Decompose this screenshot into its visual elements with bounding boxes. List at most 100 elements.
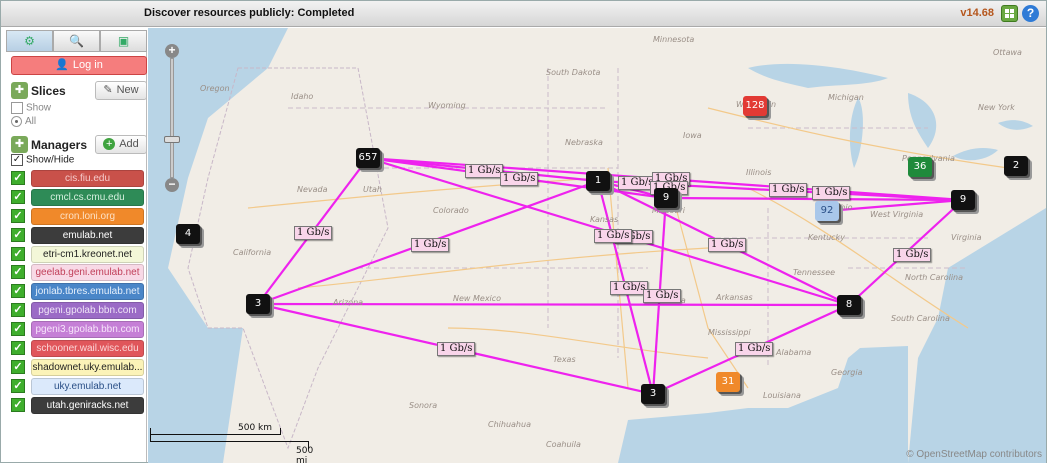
manager-checkbox[interactable]: ✓ xyxy=(11,303,25,318)
place-label: Wyoming xyxy=(428,101,466,110)
login-label: Log in xyxy=(72,59,103,71)
link-bandwidth-label[interactable]: 1 Gb/s xyxy=(465,164,504,178)
site-node-marker[interactable]: 4 xyxy=(176,224,200,244)
manager-checkbox[interactable]: ✓ xyxy=(11,341,25,356)
site-node-marker[interactable]: 31 xyxy=(716,372,740,392)
manager-name-button[interactable]: geelab.geni.emulab.net xyxy=(31,264,144,282)
manager-name-button[interactable]: shadownet.uky.emulab... xyxy=(31,358,144,376)
place-label: Texas xyxy=(553,355,576,364)
all-slices-option[interactable]: All xyxy=(11,116,36,127)
site-node-marker[interactable]: 9 xyxy=(654,188,678,208)
new-slice-button[interactable]: ✎ New xyxy=(95,81,147,100)
search-icon: 🔍 xyxy=(69,34,84,48)
manager-list: ✓ cis.fiu.edu ✓ cmcl.cs.cmu.edu ✓ cron.loni.o… xyxy=(11,169,147,415)
link-bandwidth-label[interactable]: 1 Gb/s xyxy=(643,289,682,303)
link-bandwidth-label[interactable]: 1 Gb/s xyxy=(500,172,539,186)
place-label: South Carolina xyxy=(891,314,950,323)
manager-name-button[interactable]: uky.emulab.net xyxy=(31,377,144,395)
manager-checkbox[interactable]: ✓ xyxy=(11,265,25,280)
manager-row: ✓ jonlab.tbres.emulab.net xyxy=(11,282,147,301)
login-button[interactable]: 👤 Log in xyxy=(11,56,147,75)
site-node-marker[interactable]: 2 xyxy=(1004,156,1028,176)
show-checkbox[interactable] xyxy=(11,102,23,114)
add-manager-button[interactable]: + Add xyxy=(95,135,147,154)
manager-checkbox[interactable]: ✓ xyxy=(11,171,25,185)
place-label: West Virginia xyxy=(870,210,924,219)
place-label: Colorado xyxy=(433,206,469,215)
link-bandwidth-label[interactable]: 1 Gb/s xyxy=(411,238,450,252)
gulf-of-mexico xyxy=(618,346,908,463)
link-bandwidth-label[interactable]: 1 Gb/s xyxy=(294,226,333,240)
manager-name-button[interactable]: cis.fiu.edu xyxy=(31,170,144,187)
show-hide-option[interactable]: ✓ Show/Hide xyxy=(11,154,74,166)
manager-name-button[interactable]: cron.loni.org xyxy=(31,207,144,225)
grid-icon[interactable] xyxy=(1001,5,1018,22)
map-view[interactable]: + − 500 km 500 mi © OpenStreetMap contri… xyxy=(148,28,1046,463)
manager-name-button[interactable]: etri-cm1.kreonet.net xyxy=(31,245,144,263)
place-label: Idaho xyxy=(291,92,314,101)
site-node-marker[interactable]: 3 xyxy=(641,384,665,404)
manager-row: ✓ uky.emulab.net xyxy=(11,377,147,396)
sidebar: ⚙ 🔍 ▣ 👤 Log in ✚ Slices ✎ New Show All ✚ M… xyxy=(6,30,147,462)
tab-search[interactable]: 🔍 xyxy=(53,30,100,52)
link-bandwidth-label[interactable]: 1 Gb/s xyxy=(735,342,774,356)
manager-checkbox[interactable]: ✓ xyxy=(11,284,25,299)
site-node-marker[interactable]: 657 xyxy=(356,148,380,168)
link-bandwidth-label[interactable]: 1 Gb/s xyxy=(769,183,808,197)
manager-checkbox[interactable]: ✓ xyxy=(11,359,25,374)
manager-checkbox[interactable]: ✓ xyxy=(11,322,25,337)
zoom-slider-track[interactable] xyxy=(170,58,174,178)
link-bandwidth-label[interactable]: 1 Gb/s xyxy=(708,238,747,252)
show-hide-label: Show/Hide xyxy=(26,154,75,166)
site-node-marker[interactable]: 3 xyxy=(246,294,270,314)
link-bandwidth-label[interactable]: 1 Gb/s xyxy=(594,229,633,243)
site-node-marker[interactable]: 92 xyxy=(815,201,839,221)
place-label: Kansas xyxy=(590,215,619,224)
show-hide-checkbox[interactable]: ✓ xyxy=(11,154,23,166)
manager-name-button[interactable]: jonlab.tbres.emulab.net xyxy=(31,283,144,301)
link-bandwidth-label[interactable]: 1 Gb/s xyxy=(812,186,851,200)
link-bandwidth-label[interactable]: 1 Gb/s xyxy=(893,248,932,262)
link-bandwidth-label[interactable]: 1 Gb/s xyxy=(437,342,476,356)
site-node-marker[interactable]: 8 xyxy=(837,295,861,315)
title-bar: Discover resources publicly: Completed v… xyxy=(1,1,1046,27)
zoom-slider-handle[interactable] xyxy=(164,136,180,143)
manager-name-button[interactable]: utah.geniracks.net xyxy=(31,396,144,414)
show-label: Show xyxy=(26,102,52,114)
managers-header: ✚ Managers + Add xyxy=(11,134,147,156)
help-icon[interactable]: ? xyxy=(1022,5,1039,22)
place-label: Utah xyxy=(363,185,382,194)
show-slices-option[interactable]: Show xyxy=(11,102,51,114)
manager-row: ✓ cmcl.cs.cmu.edu xyxy=(11,188,147,207)
managers-label: Managers xyxy=(31,138,88,152)
manager-checkbox[interactable]: ✓ xyxy=(11,227,25,242)
manager-name-button[interactable]: pgeni3.gpolab.bbn.com xyxy=(31,321,144,339)
site-node-marker[interactable]: 128 xyxy=(743,96,767,116)
sliders-icon: ⚙ xyxy=(24,34,35,48)
site-node-marker[interactable]: 1 xyxy=(586,171,610,191)
manager-row: ✓ emulab.net xyxy=(11,226,147,245)
manager-checkbox[interactable]: ✓ xyxy=(11,246,25,261)
map-canvas xyxy=(148,28,1046,463)
place-label: Georgia xyxy=(831,368,863,377)
site-node-marker[interactable]: 9 xyxy=(951,190,975,210)
place-label: Ottawa xyxy=(993,48,1022,57)
place-label: Coahuila xyxy=(546,440,581,449)
tab-monitor[interactable]: ▣ xyxy=(100,30,147,52)
zoom-in-button[interactable]: + xyxy=(165,44,179,58)
manager-checkbox[interactable]: ✓ xyxy=(11,397,25,412)
place-label: Michigan xyxy=(828,93,864,102)
zoom-out-button[interactable]: − xyxy=(165,178,179,192)
manager-name-button[interactable]: pgeni.gpolab.bbn.com xyxy=(31,302,144,320)
tab-resources[interactable]: ⚙ xyxy=(6,30,53,52)
manager-checkbox[interactable]: ✓ xyxy=(11,378,25,393)
all-radio[interactable] xyxy=(11,116,22,127)
manager-checkbox[interactable]: ✓ xyxy=(11,208,25,223)
manager-name-button[interactable]: schooner.wail.wisc.edu xyxy=(31,340,144,358)
place-label: Arkansas xyxy=(716,293,753,302)
manager-name-button[interactable]: emulab.net xyxy=(31,226,144,244)
manager-name-button[interactable]: cmcl.cs.cmu.edu xyxy=(31,188,144,206)
site-node-marker[interactable]: 36 xyxy=(908,157,932,177)
manager-row: ✓ etri-cm1.kreonet.net xyxy=(11,245,147,264)
manager-checkbox[interactable]: ✓ xyxy=(11,189,25,204)
